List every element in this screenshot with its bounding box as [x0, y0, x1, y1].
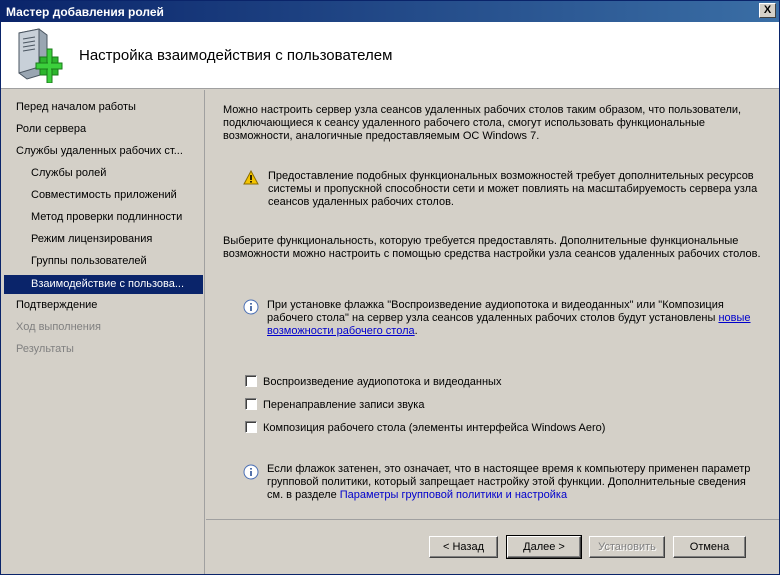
sidebar-item-role-services[interactable]: Службы ролей: [4, 164, 203, 183]
window-title: Мастер добавления ролей: [6, 5, 164, 19]
sidebar-item-user-experience[interactable]: Взаимодействие с пользова...: [4, 275, 203, 294]
sidebar-item-user-groups[interactable]: Группы пользователей: [4, 252, 203, 271]
sidebar-item-before-you-begin[interactable]: Перед началом работы: [4, 98, 203, 117]
sidebar-item-licensing-mode[interactable]: Режим лицензирования: [4, 230, 203, 249]
next-button[interactable]: Далее >: [506, 535, 582, 559]
sidebar-item-confirmation[interactable]: Подтверждение: [4, 296, 203, 315]
cancel-button[interactable]: Отмена: [673, 536, 746, 558]
info-desktop-experience-text: При установке флажка "Воспроизведение ау…: [267, 299, 724, 324]
wizard-header: Настройка взаимодействия с пользователем: [1, 22, 779, 89]
audio-video-label[interactable]: Воспроизведение аудиопотока и видеоданны…: [263, 376, 501, 389]
wizard-content: Можно настроить сервер узла сеансов удал…: [206, 90, 779, 518]
sidebar-item-app-compatibility[interactable]: Совместимость приложений: [4, 186, 203, 205]
info-icon: [243, 464, 259, 480]
sidebar-item-server-roles[interactable]: Роли сервера: [4, 120, 203, 139]
sidebar-item-rds[interactable]: Службы удаленных рабочих ст...: [4, 142, 203, 161]
close-button[interactable]: X: [759, 3, 776, 18]
sidebar-item-authentication-method[interactable]: Метод проверки подлинности: [4, 208, 203, 227]
wizard-footer: < Назад Далее > Установить Отмена: [206, 519, 779, 574]
select-functionality-text: Выберите функциональность, которую требу…: [223, 235, 761, 260]
info-group-policy: Если флажок затенен, это означает, что в…: [267, 463, 759, 502]
page-title: Настройка взаимодействия с пользователем: [79, 47, 393, 64]
install-button: Установить: [589, 536, 665, 558]
info-desktop-experience-end: .: [414, 325, 418, 337]
group-policy-link[interactable]: Параметры групповой политики и настройка: [340, 489, 567, 501]
audio-recording-label[interactable]: Перенаправление записи звука: [263, 399, 424, 412]
server-add-icon: [18, 28, 63, 83]
desktop-composition-label[interactable]: Композиция рабочего стола (элементы инте…: [263, 422, 605, 435]
back-button[interactable]: < Назад: [429, 536, 498, 558]
intro-text: Можно настроить сервер узла сеансов удал…: [223, 104, 742, 142]
info-icon: [243, 299, 259, 315]
sidebar-item-progress: Ход выполнения: [16, 321, 101, 333]
sidebar-item-results: Результаты: [16, 343, 74, 355]
audio-recording-checkbox[interactable]: [245, 398, 257, 410]
wizard-window: Мастер добавления ролей X Настройка взаи…: [0, 0, 780, 575]
warning-text: Предоставление подобных функциональных в…: [268, 170, 758, 208]
title-bar[interactable]: Мастер добавления ролей X: [1, 1, 779, 22]
desktop-composition-checkbox[interactable]: [245, 421, 257, 433]
warning-icon: [243, 170, 259, 185]
info-desktop-experience: При установке флажка "Воспроизведение ау…: [267, 299, 759, 338]
wizard-steps-sidebar: Перед началом работы Роли сервера Службы…: [1, 90, 205, 574]
audio-video-checkbox[interactable]: [245, 375, 257, 387]
